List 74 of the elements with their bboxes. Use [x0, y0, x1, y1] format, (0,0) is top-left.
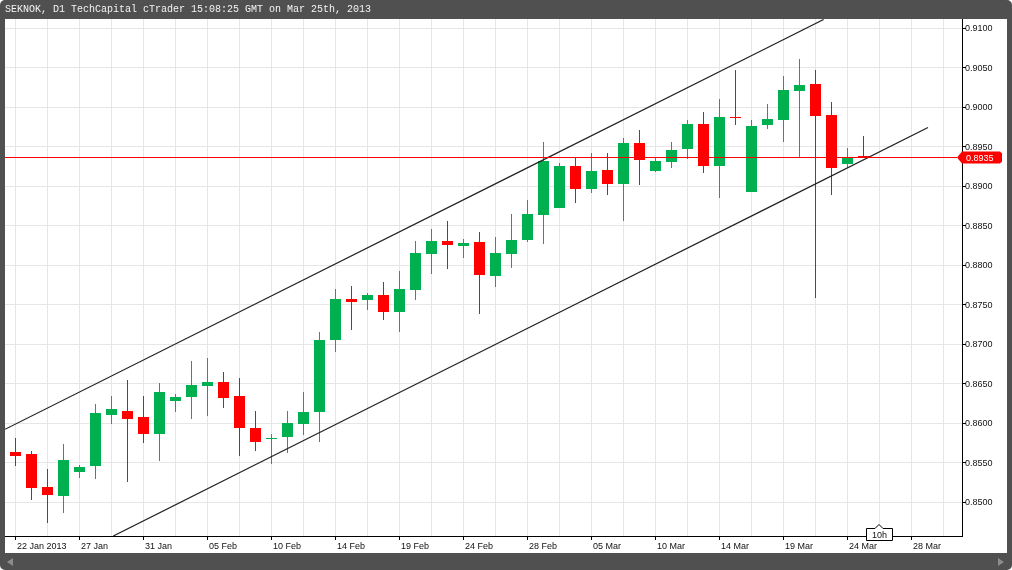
x-axis-label: 14 Feb — [337, 541, 366, 551]
x-axis-label: 24 Feb — [465, 541, 494, 551]
scroll-right-icon[interactable] — [998, 557, 1004, 566]
x-axis-label: 22 Jan 2013 — [17, 541, 67, 551]
y-axis-label: 0.8600 — [965, 418, 993, 429]
rising-candle — [778, 75, 789, 143]
rising-candle — [58, 443, 69, 514]
y-axis-label: 0.8650 — [965, 378, 993, 389]
rising-candle — [266, 433, 277, 465]
falling-candle — [250, 410, 261, 452]
bar-timer: 10h — [866, 524, 893, 541]
x-axis-label: 05 Feb — [209, 541, 238, 551]
rising-candle — [554, 162, 565, 209]
y-axis-label: 0.8800 — [965, 260, 993, 271]
x-axis-label: 28 Feb — [529, 541, 558, 551]
falling-candle — [10, 437, 21, 467]
rising-candle — [74, 464, 85, 479]
y-axis-label: 0.9000 — [965, 102, 993, 113]
falling-candle — [346, 285, 357, 331]
x-axis-label: 10 Mar — [657, 541, 685, 551]
rising-candle — [650, 156, 661, 173]
y-axis-label: 0.9050 — [965, 62, 993, 73]
falling-candle — [378, 281, 389, 321]
rising-candle — [362, 292, 373, 311]
price-tag: 0.8935 — [957, 151, 1002, 164]
rising-candle — [666, 141, 677, 169]
falling-candle — [602, 152, 613, 196]
falling-candle — [442, 220, 453, 270]
x-axis-label: 19 Feb — [401, 541, 430, 551]
y-axis-label: 0.8700 — [965, 339, 993, 350]
falling-candle — [858, 135, 869, 159]
rising-candle — [682, 119, 693, 160]
rising-candle — [106, 395, 117, 425]
x-axis-label: 24 Mar — [849, 541, 877, 551]
y-axis-label: 0.8850 — [965, 220, 993, 231]
y-axis-label: 0.8550 — [965, 457, 993, 468]
rising-candle — [282, 410, 293, 454]
rising-candle — [762, 103, 773, 130]
y-axis-label: 0.8950 — [965, 141, 993, 152]
rising-candle — [842, 147, 853, 169]
y-axis-label: 0.9100 — [965, 23, 993, 34]
scroll-left-icon[interactable] — [7, 557, 13, 566]
falling-candle — [138, 395, 149, 444]
x-axis-label: 10 Feb — [273, 541, 302, 551]
rising-candle — [426, 228, 437, 275]
x-axis-label: 19 Mar — [785, 541, 813, 551]
rising-candle — [458, 238, 469, 259]
rising-candle — [522, 199, 533, 243]
x-axis-label: 31 Jan — [145, 541, 173, 551]
x-axis-label: 14 Mar — [721, 541, 749, 551]
x-axis-label: 27 Jan — [81, 541, 109, 551]
y-axis-label: 0.8750 — [965, 299, 993, 310]
window-title: SEKNOK, D1 TechCapital cTrader 15:08:25 GMT on Mar 25th, 2013 — [5, 3, 372, 16]
rising-candle — [170, 393, 181, 413]
rising-candle — [186, 360, 197, 420]
falling-candle — [218, 371, 229, 409]
rising-candle — [586, 152, 597, 194]
rising-candle — [202, 357, 213, 417]
falling-candle — [42, 468, 53, 524]
rising-candle — [410, 240, 421, 301]
falling-candle — [730, 69, 741, 126]
x-axis-label: 28 Mar — [913, 541, 941, 551]
falling-candle — [26, 450, 37, 501]
y-axis-label: 0.8900 — [965, 181, 993, 192]
rising-candle — [330, 288, 341, 353]
x-axis-label: 05 Mar — [593, 541, 621, 551]
rising-candle — [298, 391, 309, 436]
rising-candle — [490, 236, 501, 288]
rising-candle — [394, 270, 405, 333]
falling-candle — [698, 111, 709, 174]
y-axis-label: 0.8500 — [965, 497, 993, 508]
falling-candle — [634, 129, 645, 186]
falling-candle — [570, 156, 581, 204]
rising-candle — [506, 213, 517, 269]
